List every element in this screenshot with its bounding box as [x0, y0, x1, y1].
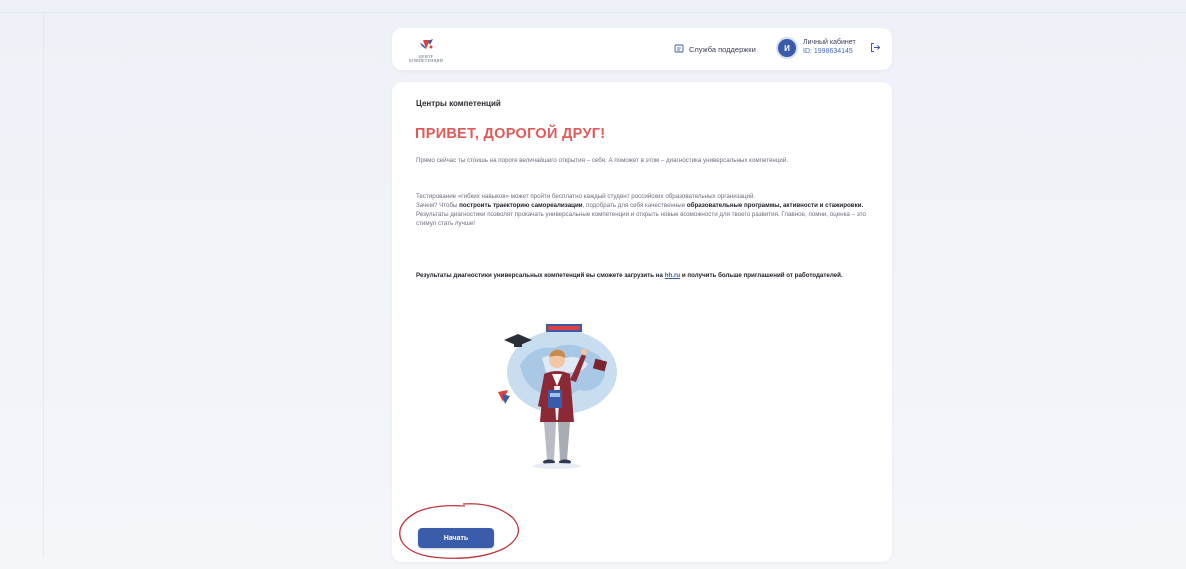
logout-icon[interactable] — [870, 42, 881, 53]
greeting-title: ПРИВЕТ, ДОРОГОЙ ДРУГ! — [415, 126, 606, 142]
logo-text: ЦЕНТР КОМПЕТЕНЦИЙ — [408, 54, 444, 63]
hh-after: и получить больше приглашений от работод… — [680, 272, 843, 279]
main-card: Центры компетенций ПРИВЕТ, ДОРОГОЙ ДРУГ!… — [392, 82, 892, 562]
info-bold-2: образовательные программы, активности и … — [686, 202, 864, 209]
top-divider — [0, 12, 1186, 13]
header: ЦЕНТР КОМПЕТЕНЦИЙ Служба поддержки И Лич… — [392, 28, 892, 70]
account-info[interactable]: Личный кабинет ID: 1998634145 — [803, 38, 856, 56]
info-paragraph: Тестирование «гибких навыков» может прой… — [416, 192, 871, 228]
hh-link[interactable]: hh.ru — [665, 272, 680, 279]
info-line-3: Результаты диагностики позволят прокачат… — [416, 211, 866, 227]
page: ЦЕНТР КОМПЕТЕНЦИЙ Служба поддержки И Лич… — [0, 0, 1186, 569]
info-bold-1: построить траекторию самореализации — [459, 202, 583, 209]
student-illustration — [498, 324, 617, 469]
intro-paragraph: Прямо сейчас ты стоишь на пороге величай… — [416, 157, 789, 164]
info-mid: , подобрать для себя качественные — [582, 202, 687, 209]
support-label: Служба поддержки — [689, 44, 756, 54]
account-id: ID: 1998634145 — [803, 48, 853, 55]
hh-before: Результаты диагностики универсальных ком… — [416, 272, 665, 279]
highlight-circle-annotation — [399, 503, 520, 559]
left-divider — [43, 12, 44, 557]
section-title: Центры компетенций — [416, 99, 501, 108]
avatar[interactable]: И — [776, 37, 798, 59]
hh-paragraph: Результаты диагностики универсальных ком… — [416, 271, 871, 280]
info-why: Зачем? Чтобы — [416, 202, 460, 209]
chat-icon — [674, 44, 684, 53]
support-link[interactable]: Служба поддержки — [674, 41, 756, 57]
info-line-1: Тестирование «гибких навыков» может прой… — [416, 193, 756, 200]
account-label: Личный кабинет — [803, 39, 856, 46]
